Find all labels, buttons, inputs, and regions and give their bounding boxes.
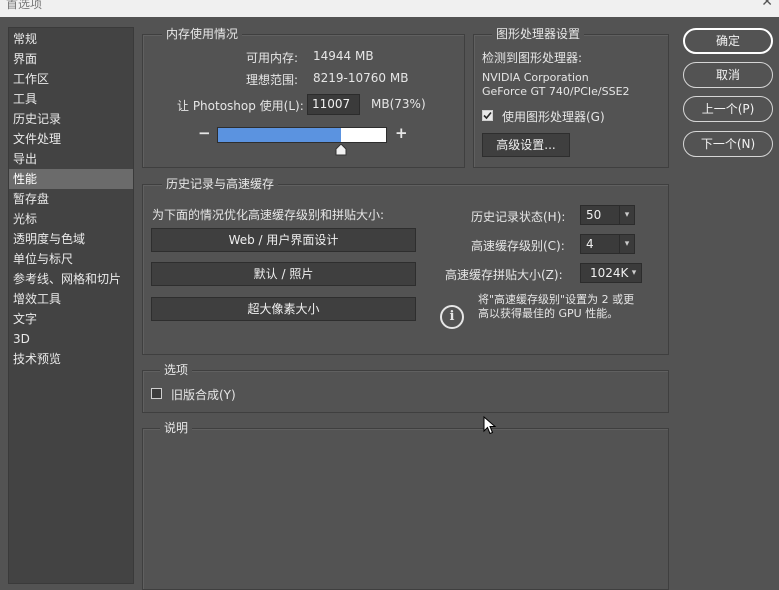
ok-button[interactable]: 确定 (683, 28, 773, 54)
photoshop-use-label: 让 Photoshop 使用(L): (177, 99, 304, 113)
memory-slider-thumb[interactable] (335, 144, 347, 156)
memory-usage-title: 内存使用情况 (162, 27, 243, 41)
cancel-button[interactable]: 取消 (683, 62, 773, 88)
previous-button[interactable]: 上一个(P) (683, 96, 773, 122)
optimize-label: 为下面的情况优化高速缓存级别和拼贴大小: (152, 208, 385, 222)
memory-slider-fill (218, 128, 341, 142)
chevron-down-icon: ▾ (619, 235, 634, 253)
sidebar-item-3d[interactable]: 3D (13, 329, 30, 349)
ideal-range-value: 8219-10760 MB (313, 71, 409, 85)
history-states-select[interactable]: 50 ▾ (580, 205, 635, 225)
gpu-detected-label: 检测到图形处理器: (482, 51, 583, 65)
ideal-range-label: 理想范围: (246, 73, 299, 87)
preset-huge-pixel-button[interactable]: 超大像素大小 (151, 297, 416, 321)
memory-use-input[interactable]: 11007 (307, 94, 360, 115)
cache-levels-select[interactable]: 4 ▾ (580, 234, 635, 254)
chevron-down-icon: ▾ (631, 268, 637, 278)
tile-size-select[interactable]: 1024K ▾ (580, 263, 642, 283)
cache-levels-label: 高速缓存级别(C): (471, 239, 565, 253)
sidebar-item-cursors[interactable]: 光标 (13, 209, 37, 229)
sidebar-item-interface[interactable]: 界面 (13, 49, 37, 69)
available-memory-label: 可用内存: (246, 51, 299, 65)
preset-web-ui-button[interactable]: Web / 用户界面设计 (151, 228, 416, 252)
close-icon[interactable]: ✕ (761, 0, 773, 10)
sidebar-item-tools[interactable]: 工具 (13, 89, 37, 109)
sidebar-item-performance[interactable]: 性能 (9, 169, 133, 189)
slider-minus-icon[interactable]: − (198, 124, 211, 142)
window-titlebar: 首选项 ✕ (0, 0, 779, 17)
legacy-compositing-checkbox[interactable] (151, 388, 162, 399)
sidebar-item-guides[interactable]: 参考线、网格和切片 (13, 269, 121, 289)
sidebar-item-type[interactable]: 文字 (13, 309, 37, 329)
tile-size-label: 高速缓存拼贴大小(Z): (445, 268, 563, 282)
gpu-cache-hint-line2: 高以获得最佳的 GPU 性能。 (478, 307, 619, 320)
available-memory-value: 14944 MB (313, 49, 374, 63)
gpu-model: GeForce GT 740/PCIe/SSE2 (482, 85, 630, 98)
cache-levels-value: 4 (586, 237, 594, 251)
gpu-vendor: NVIDIA Corporation (482, 71, 589, 84)
sidebar-item-export[interactable]: 导出 (13, 149, 37, 169)
tile-size-value: 1024K (590, 266, 629, 280)
info-icon: i (440, 305, 464, 329)
gpu-settings-title: 图形处理器设置 (492, 27, 585, 41)
use-gpu-label[interactable]: 使用图形处理器(G) (502, 108, 605, 125)
memory-slider-track[interactable] (217, 127, 387, 143)
next-button[interactable]: 下一个(N) (683, 131, 773, 157)
window-title: 首选项 (6, 0, 43, 11)
sidebar: 常规 界面 工作区 工具 历史记录 文件处理 导出 性能 暂存盘 光标 透明度与… (8, 27, 134, 584)
history-states-value: 50 (586, 208, 602, 222)
history-states-label: 历史记录状态(H): (471, 210, 566, 224)
sidebar-item-tech-preview[interactable]: 技术预览 (13, 349, 61, 369)
sidebar-item-plugins[interactable]: 增效工具 (13, 289, 61, 309)
use-gpu-checkbox[interactable] (482, 110, 493, 121)
advanced-settings-button[interactable]: 高级设置... (482, 133, 570, 157)
description-group (142, 428, 669, 590)
checkmark-icon (483, 111, 492, 120)
sidebar-item-transparency[interactable]: 透明度与色域 (13, 229, 85, 249)
description-title: 说明 (160, 421, 193, 435)
options-title: 选项 (160, 363, 193, 377)
history-cache-title: 历史记录与高速缓存 (162, 177, 279, 191)
sidebar-item-history[interactable]: 历史记录 (13, 109, 61, 129)
legacy-compositing-label[interactable]: 旧版合成(Y) (171, 386, 236, 403)
sidebar-item-file-handling[interactable]: 文件处理 (13, 129, 61, 149)
sidebar-item-units[interactable]: 单位与标尺 (13, 249, 73, 269)
sidebar-item-general[interactable]: 常规 (13, 29, 37, 49)
sidebar-item-scratch-disks[interactable]: 暂存盘 (13, 189, 49, 209)
mouse-cursor-icon (483, 416, 497, 435)
memory-use-percent: MB(73%) (371, 97, 426, 111)
preset-default-photos-button[interactable]: 默认 / 照片 (151, 262, 416, 286)
chevron-down-icon: ▾ (619, 206, 634, 224)
slider-plus-icon[interactable]: + (395, 124, 408, 142)
sidebar-item-workspace[interactable]: 工作区 (13, 69, 49, 89)
